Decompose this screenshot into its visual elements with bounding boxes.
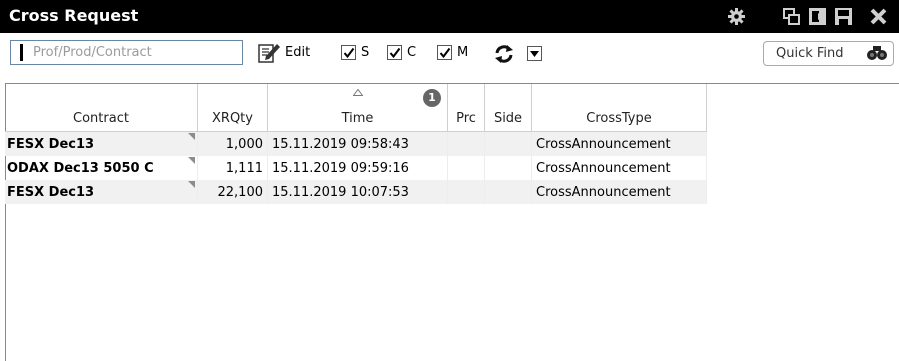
cell-side[interactable] xyxy=(484,180,532,204)
column-header-label: Side xyxy=(493,111,523,126)
column-header-label: Contract xyxy=(73,111,129,126)
column-header-xrqty[interactable]: XRQty xyxy=(197,84,268,132)
checkbox-s-label: S xyxy=(361,45,370,60)
binoculars-icon xyxy=(867,46,887,60)
cell-contract[interactable]: FESX Dec13 xyxy=(5,131,198,156)
checkmark-icon xyxy=(389,47,401,59)
cell-contract[interactable]: ODAX Dec13 5050 C xyxy=(5,156,198,180)
cell-corner-marker xyxy=(188,157,195,164)
cell-xrqty[interactable]: 22,100 xyxy=(197,180,268,204)
checkbox-c-box[interactable] xyxy=(387,45,402,60)
cell-crosstype[interactable]: CrossAnnouncement xyxy=(531,180,707,204)
checkmark-icon xyxy=(439,47,451,59)
cell-corner-marker xyxy=(188,133,195,140)
column-header-label: Prc xyxy=(456,111,476,126)
checkbox-m-box[interactable] xyxy=(437,45,452,60)
cell-time[interactable]: 15.11.2019 09:58:43 xyxy=(267,131,448,156)
title-bar: Cross Request xyxy=(0,0,899,33)
column-header-label: XRQty xyxy=(212,111,253,126)
cell-time[interactable]: 15.11.2019 09:59:16 xyxy=(267,156,448,180)
contract-search-field[interactable] xyxy=(10,40,243,65)
table-row[interactable]: FESX Dec13 1,000 15.11.2019 09:58:43 Cro… xyxy=(5,131,707,156)
cell-prc[interactable] xyxy=(447,180,485,204)
cell-contract[interactable]: FESX Dec13 xyxy=(5,180,198,204)
sort-ascending-icon xyxy=(352,89,363,96)
edit-button-label: Edit xyxy=(285,45,311,60)
table-row[interactable]: FESX Dec13 22,100 15.11.2019 10:07:53 Cr… xyxy=(5,180,707,204)
cell-corner-marker xyxy=(188,181,195,188)
contract-search-input[interactable] xyxy=(33,43,233,62)
chevron-down-icon xyxy=(530,51,539,57)
refresh-icon[interactable] xyxy=(494,45,514,67)
cell-time[interactable]: 15.11.2019 10:07:53 xyxy=(267,180,448,204)
cell-xrqty[interactable]: 1,111 xyxy=(197,156,268,180)
gear-icon[interactable] xyxy=(728,8,745,25)
cross-request-table: Contract XRQty 1 Time Prc Side CrossType xyxy=(5,84,707,204)
toolbar: Edit S C M xyxy=(0,33,899,83)
detach-window-icon[interactable] xyxy=(809,8,826,25)
save-window-icon[interactable] xyxy=(835,8,852,25)
sort-order-badge: 1 xyxy=(423,89,441,107)
cell-crosstype[interactable]: CrossAnnouncement xyxy=(531,131,707,156)
cell-contract-text: FESX Dec13 xyxy=(7,136,95,152)
quick-find-button[interactable]: Quick Find xyxy=(763,41,894,66)
column-header-contract[interactable]: Contract xyxy=(5,84,198,132)
table-row[interactable]: ODAX Dec13 5050 C 1,111 15.11.2019 09:59… xyxy=(5,156,707,180)
checkmark-icon xyxy=(343,47,355,59)
cell-prc[interactable] xyxy=(447,156,485,180)
cell-crosstype[interactable]: CrossAnnouncement xyxy=(531,156,707,180)
cell-xrqty[interactable]: 1,000 xyxy=(197,131,268,156)
checkbox-s-box[interactable] xyxy=(341,45,356,60)
edit-icon xyxy=(258,44,280,63)
column-header-label: CrossType xyxy=(586,111,652,126)
checkbox-c-label: C xyxy=(407,45,417,60)
options-dropdown[interactable] xyxy=(527,46,542,61)
cell-contract-text: FESX Dec13 xyxy=(7,184,95,200)
close-icon[interactable] xyxy=(870,8,887,25)
table-header-row: Contract XRQty 1 Time Prc Side CrossType xyxy=(5,84,707,132)
cell-side[interactable] xyxy=(484,156,532,180)
column-header-crosstype[interactable]: CrossType xyxy=(531,84,707,132)
cell-contract-text: ODAX Dec13 5050 C xyxy=(7,160,154,176)
cell-side[interactable] xyxy=(484,131,532,156)
column-header-time[interactable]: 1 Time xyxy=(267,84,448,132)
quick-find-label: Quick Find xyxy=(776,46,844,61)
restore-window-icon[interactable] xyxy=(783,8,800,25)
column-header-prc[interactable]: Prc xyxy=(447,84,485,132)
column-header-side[interactable]: Side xyxy=(484,84,532,132)
text-cursor xyxy=(20,44,23,61)
checkbox-m-label: M xyxy=(457,45,469,60)
cell-prc[interactable] xyxy=(447,131,485,156)
column-header-label: Time xyxy=(341,111,374,126)
window-title: Cross Request xyxy=(9,6,139,25)
